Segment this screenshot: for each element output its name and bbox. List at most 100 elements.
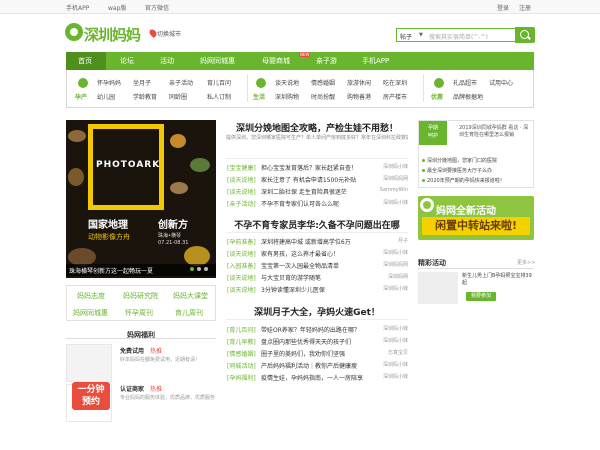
more-link[interactable]: 更多>> (517, 259, 535, 266)
section-headline[interactable]: 不孕不育专家员李华:久备不孕问题出在哪 (226, 218, 408, 231)
news-row[interactable]: [谈天说地] 家有男孩，这么养才最省心！ 深圳妈小妹 (227, 248, 408, 259)
sublink[interactable]: 时尚扮靓 (311, 92, 335, 101)
activity-text[interactable]: 新生儿男上门B孕妈照宝宝排39起 (462, 273, 534, 287)
nav-home[interactable]: 首页 (78, 56, 92, 66)
login-link[interactable]: 登录 (497, 3, 509, 12)
welfare-item-title[interactable]: 免费试用 (120, 346, 144, 355)
sublink[interactable]: 育儿百问 (207, 78, 231, 87)
news-row[interactable]: [育儿百问] 带娃OR养家？年轻妈妈的出路在哪？ 深圳妈小妹 (227, 324, 408, 335)
nav-mall[interactable]: 母婴商城 (262, 56, 290, 66)
switch-city-button[interactable]: 切换城市 (157, 29, 181, 38)
care-list-item[interactable]: 最全深圳要接医务大厅子么办 (421, 167, 492, 174)
news-category[interactable]: [亲子活动] (227, 199, 256, 208)
news-category[interactable]: [谈天说地] (227, 273, 256, 282)
news-title[interactable]: 产后妈妈福利活动｜教你产后健康瘦 (261, 361, 371, 370)
news-title[interactable]: 与大宝贝育的游学随笔 (261, 273, 371, 282)
news-row[interactable]: [育儿早教] 盘点圈内那些优秀得天天的孩子们 深圳妈小妹 (227, 336, 408, 347)
news-title[interactable]: 疫情生娃，孕妈妈指南，一人一房陪享 (261, 373, 371, 382)
news-title[interactable]: 担心宝宝发育落后？家长赶紧自查！ (261, 163, 371, 172)
news-row[interactable]: [入园准备] 宝宝第一次入园最全物品清单 深圳妈妈网 (227, 260, 408, 271)
logo-icon[interactable] (65, 23, 83, 41)
news-category[interactable]: [谈天说地] (227, 285, 256, 294)
hero-banner[interactable]: PHOTOARK 国家地理 动物影像方舟 创新方 珠海•横琴 07.21-08.… (66, 120, 216, 278)
quick-link[interactable]: 妈妈大课堂 (173, 291, 208, 301)
search-type-select[interactable]: 帖子 (400, 32, 412, 41)
sublink[interactable]: 情感婚姻 (311, 78, 335, 87)
sublink[interactable]: 学龄教育 (133, 92, 157, 101)
news-category[interactable]: [谈天说地] (227, 175, 256, 184)
nav-family-travel[interactable]: 亲子游 (316, 56, 337, 66)
nav-mobile-app[interactable]: 手机APP (362, 56, 389, 66)
nav-local-deals[interactable]: 妈网同城惠 (200, 56, 235, 66)
news-title[interactable]: 盘点圈内那些优秀得天天的孩子们 (261, 337, 371, 346)
news-title[interactable]: 家有男孩，这么养才最省心！ (261, 249, 371, 258)
news-row[interactable]: [谈天说地] 深圳二胎社保 走生育险具很迷茫 SammyWin (227, 186, 408, 197)
idle-transfer-ad[interactable]: 妈网全新活动 闲置中转站来啦! (418, 196, 534, 240)
news-row[interactable]: [情感婚姻] 圈子里的美妈们，我劝你们坚强 忘真宝贝 (227, 348, 408, 359)
news-title[interactable]: 圈子里的美妈们，我劝你们坚强 (261, 349, 371, 358)
sublink[interactable]: 房产楼市 (383, 92, 407, 101)
care-list-item[interactable]: 2020年预产期的孕妈快来报道啦！ (422, 177, 505, 184)
news-row[interactable]: [孕前准备] 深圳将建高中城 或新增高学位6万 月子 (227, 236, 408, 247)
quick-link[interactable]: 妈妈研究院 (123, 291, 158, 301)
news-title[interactable]: 宝宝第一次入园最全物品清单 (261, 261, 371, 270)
news-title[interactable]: 3分钟读懂深圳少儿医保 (261, 285, 371, 294)
news-category[interactable]: [谈天说地] (227, 249, 256, 258)
news-category[interactable]: [宝宝健康] (227, 163, 256, 172)
search-button[interactable] (515, 27, 535, 43)
news-category[interactable]: [入园准备] (227, 261, 256, 270)
sublink[interactable]: 私人订制 (207, 92, 231, 101)
news-category[interactable]: [谈天说地] (227, 187, 256, 196)
sublink[interactable]: 礼品超市 (453, 78, 477, 87)
news-category[interactable]: [孕前准备] (227, 237, 256, 246)
quick-link[interactable]: 妈网同城惠 (73, 308, 108, 318)
mobile-app-link[interactable]: 手机APP (66, 3, 89, 12)
carousel-dot[interactable] (197, 267, 201, 271)
news-title[interactable]: 家长注意了 有机会申请1500元补贴 (261, 175, 371, 184)
section-headline[interactable]: 深圳分娩地图全攻略，产检生娃不用愁！ (226, 121, 408, 134)
section-headline[interactable]: 深圳月子大全，孕妈火速Get！ (226, 305, 408, 318)
news-row[interactable]: [孕妈福利] 疫情生娃，孕妈妈指南，一人一房陪享 深圳妈小妹 (227, 372, 408, 383)
news-category[interactable]: [情感婚姻] (227, 349, 256, 358)
news-title[interactable]: 深圳将建高中城 或新增高学位6万 (261, 237, 371, 246)
care-list-item[interactable]: 深圳分娩地图，您家门口的医院 (421, 157, 497, 164)
news-category[interactable]: [孕妈福利] (227, 373, 256, 382)
one-minute-booking-badge[interactable]: 一分钟 预约 (72, 382, 110, 410)
wechat-link[interactable]: 官方微信 (145, 3, 169, 12)
sublink[interactable]: 亲子活动 (169, 78, 193, 87)
welfare-item-title[interactable]: 认证商家 (120, 384, 144, 393)
nav-forum[interactable]: 论坛 (120, 56, 134, 66)
sublink[interactable]: 品牌根据地 (453, 92, 483, 101)
news-row[interactable]: [谈天说地] 家长注意了 有机会申请1500元补贴 深圳妈妈网 (227, 174, 408, 185)
wap-link[interactable]: wap版 (108, 3, 126, 12)
news-row[interactable]: [宝宝健康] 担心宝宝发育落后？家长赶紧自查！ 深圳妈小妹 (227, 162, 408, 173)
sublink[interactable]: 吃在深圳 (383, 78, 407, 87)
sublink[interactable]: 谈天说地 (275, 78, 299, 87)
news-row[interactable]: [谈天说地] 与大宝贝育的游学随笔 深圳妈网 (227, 272, 408, 283)
news-row[interactable]: [谈天说地] 3分钟读懂深圳少儿医保 深圳妈小妹 (227, 284, 408, 295)
search-input[interactable]: 搜索其实很简单(^-^) (429, 32, 488, 41)
pregnancy-care-lead[interactable]: 2019深圳同城孕妈群 看这 · 深圳生育险在哪里怎么报销 (459, 125, 533, 139)
news-title[interactable]: 深圳二胎社保 走生育险具很迷茫 (261, 187, 371, 196)
sublink[interactable]: 旅游休闲 (347, 78, 371, 87)
news-category[interactable]: [育儿早教] (227, 337, 256, 346)
trial-thumbnail[interactable] (66, 344, 112, 382)
news-title[interactable]: 不孕不育专家们认可各么么呢 (261, 199, 371, 208)
carousel-dot[interactable] (190, 267, 194, 271)
news-category[interactable]: [育儿百问] (227, 325, 256, 334)
sublink[interactable]: 幼儿园 (97, 92, 115, 101)
search-box[interactable]: 帖子 ▼ 搜索其实很简单(^-^) (396, 28, 534, 42)
sublink[interactable]: 试用中心 (489, 78, 513, 87)
quick-link[interactable]: 怀孕周刊 (125, 308, 153, 318)
sublink[interactable]: 购物善港 (347, 92, 371, 101)
news-row[interactable]: [亲子活动] 不孕不育专家们认可各么么呢 深圳妈小妹 (227, 198, 408, 209)
carousel-dot[interactable] (204, 267, 208, 271)
news-category[interactable]: [同城活动] (227, 361, 256, 370)
sublink[interactable]: 同龄圈 (169, 92, 187, 101)
join-button[interactable]: 我要参加 (466, 292, 496, 301)
news-title[interactable]: 带娃OR养家？年轻妈妈的出路在哪？ (261, 325, 371, 334)
site-logo[interactable]: 深圳妈妈 (84, 24, 141, 45)
sublink[interactable]: 坐月子 (133, 78, 151, 87)
activity-thumbnail[interactable] (418, 272, 458, 304)
quick-link[interactable]: 妈妈志度 (77, 291, 105, 301)
